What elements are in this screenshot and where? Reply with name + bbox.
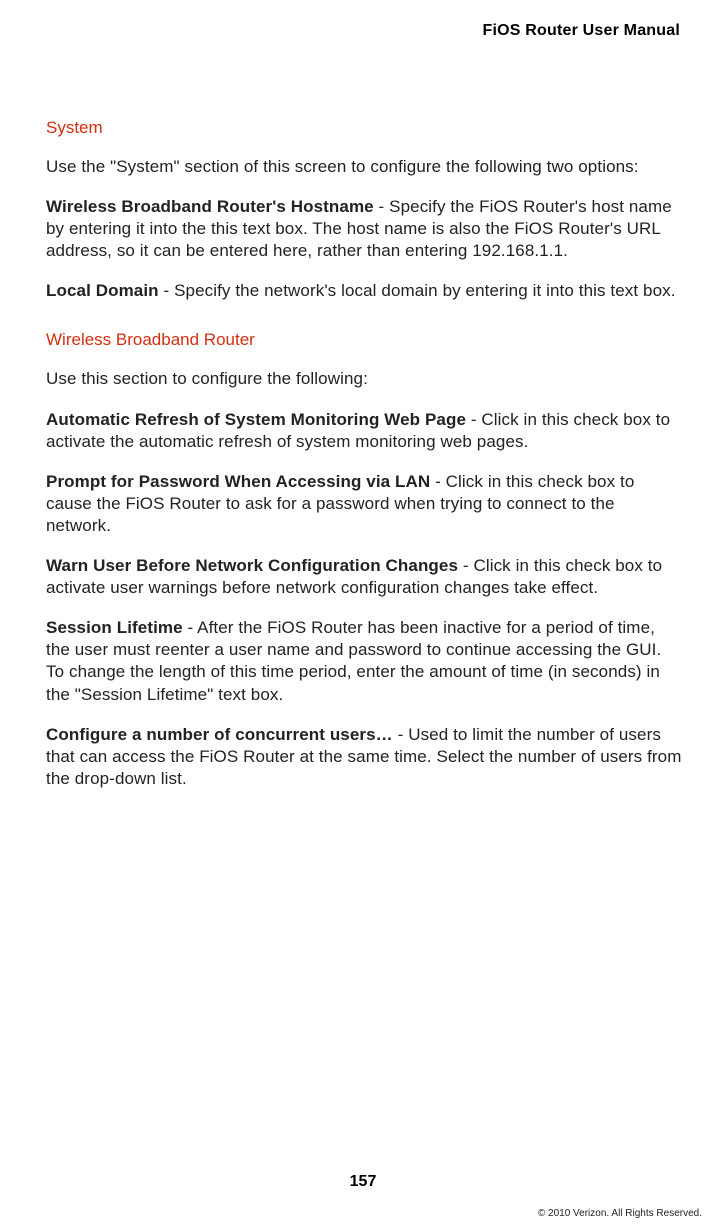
prompt-pw-label: Prompt for Password When Accessing via L… [46,472,430,491]
system-hostname: Wireless Broadband Router's Hostname - S… [46,196,682,262]
warn-label: Warn User Before Network Configuration C… [46,556,458,575]
page-number: 157 [0,1173,726,1191]
wbr-warn: Warn User Before Network Configuration C… [46,555,682,599]
local-domain-label: Local Domain [46,281,159,300]
auto-refresh-label: Automatic Refresh of System Monitoring W… [46,410,466,429]
wbr-prompt-pw: Prompt for Password When Accessing via L… [46,471,682,537]
concurrent-label: Configure a number of concurrent users… [46,725,393,744]
system-local-domain: Local Domain - Specify the network's loc… [46,280,682,302]
section-heading-system: System [46,118,682,138]
hostname-label: Wireless Broadband Router's Hostname [46,197,374,216]
wbr-session: Session Lifetime - After the FiOS Router… [46,617,682,705]
wbr-concurrent: Configure a number of concurrent users… … [46,724,682,790]
wbr-auto-refresh: Automatic Refresh of System Monitoring W… [46,409,682,453]
document-page: FiOS Router User Manual System Use the "… [0,0,726,1227]
section-heading-wbr: Wireless Broadband Router [46,330,682,350]
wbr-intro: Use this section to configure the follow… [46,368,682,390]
session-label: Session Lifetime [46,618,183,637]
copyright-text: © 2010 Verizon. All Rights Reserved. [538,1208,702,1219]
system-intro: Use the "System" section of this screen … [46,156,682,178]
local-domain-desc: - Specify the network's local domain by … [159,281,676,300]
manual-title: FiOS Router User Manual [46,22,682,40]
